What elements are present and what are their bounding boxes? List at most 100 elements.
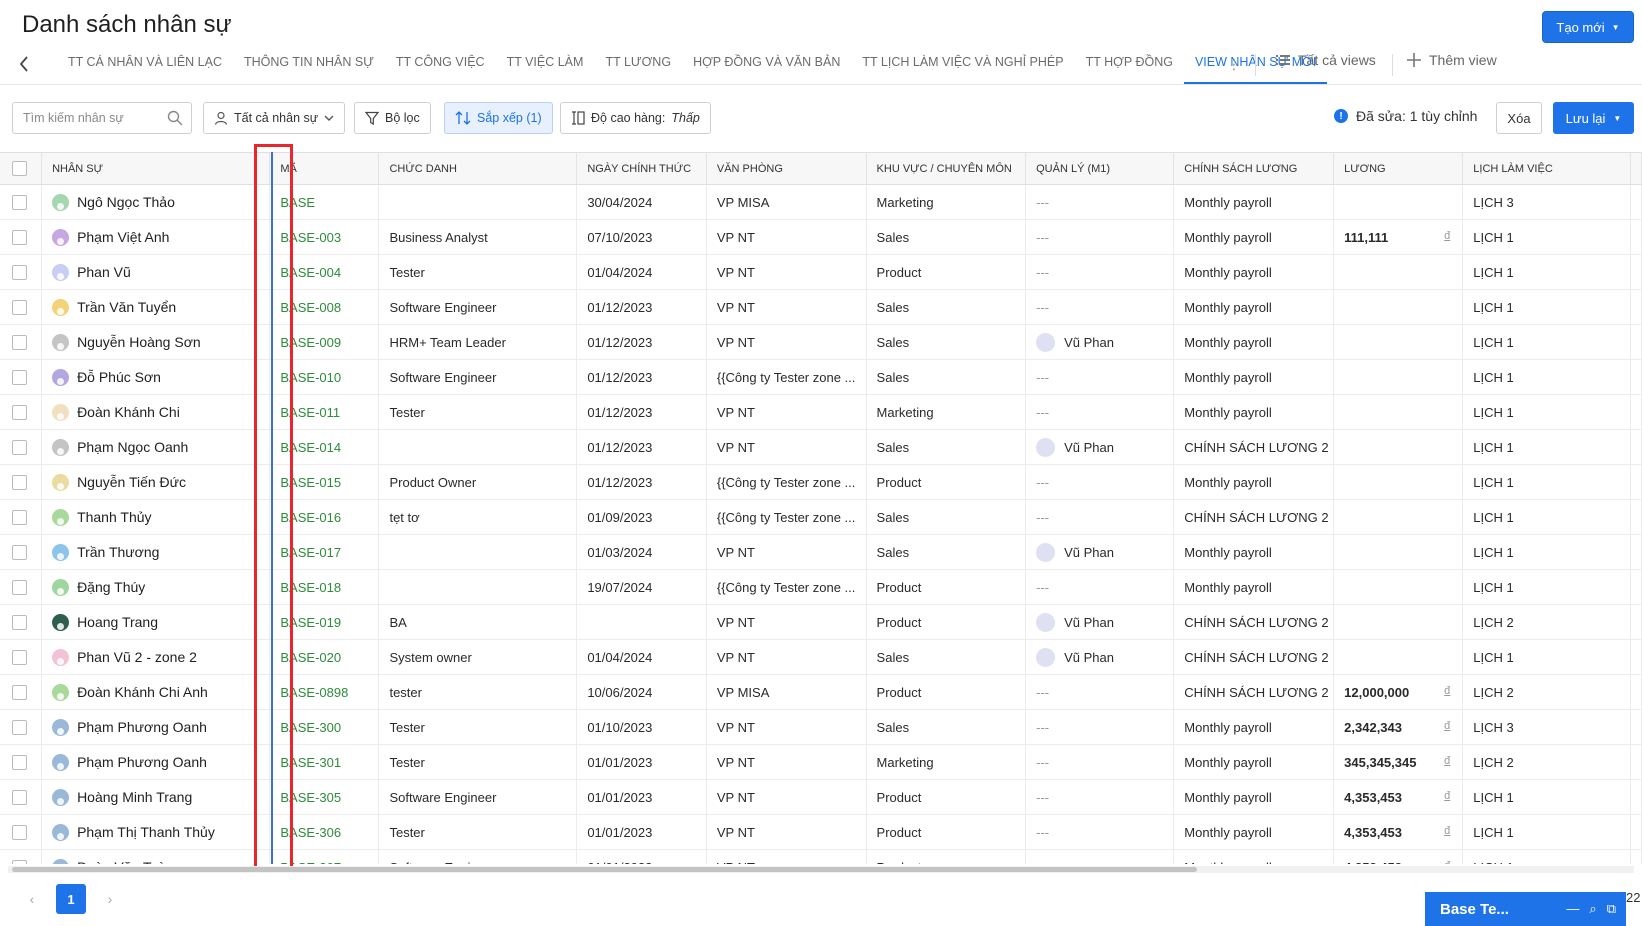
- row-checkbox-cell[interactable]: [0, 674, 43, 710]
- checkbox[interactable]: [12, 229, 27, 245]
- minimize-icon[interactable]: —: [1566, 901, 1579, 917]
- table-row[interactable]: Đoàn Khánh Chi BASE-011 Tester 01/12/202…: [0, 394, 1642, 430]
- tab-4[interactable]: TT VIỆC LÀM: [496, 48, 595, 84]
- row-checkbox-cell[interactable]: [0, 849, 43, 864]
- table-row[interactable]: Phan Vũ BASE-004 Tester 01/04/2024 VP NT…: [0, 254, 1642, 290]
- column-header[interactable]: VĂN PHÒNG: [706, 152, 867, 185]
- checkbox[interactable]: [12, 754, 27, 770]
- table-row[interactable]: Đặng Thúy BASE-018 19/07/2024 {{Công ty …: [0, 569, 1642, 605]
- name-cell[interactable]: Phạm Thị Thanh Thủy: [41, 814, 271, 850]
- name-cell[interactable]: Trần Văn Tuyển: [41, 289, 271, 325]
- row-checkbox-cell[interactable]: [0, 709, 43, 745]
- table-row[interactable]: Đỗ Phúc Sơn BASE-010 Software Engineer 0…: [0, 359, 1642, 395]
- column-header[interactable]: KHU VỰC / CHUYÊN MÔN: [866, 152, 1027, 185]
- add-view-button[interactable]: Thêm view: [1407, 52, 1497, 68]
- employee-name[interactable]: Phan Vũ 2 - zone 2: [77, 649, 197, 665]
- tab-5[interactable]: TT LƯƠNG: [594, 48, 682, 84]
- checkbox[interactable]: [12, 544, 27, 560]
- row-checkbox-cell[interactable]: [0, 429, 43, 465]
- checkbox[interactable]: [12, 194, 27, 210]
- employee-name[interactable]: Phạm Thị Thanh Thủy: [77, 824, 215, 840]
- chevron-left-icon[interactable]: [14, 54, 34, 74]
- employee-name[interactable]: Hoang Trang: [77, 614, 158, 630]
- row-checkbox-cell[interactable]: [0, 499, 43, 535]
- column-header[interactable]: NHÂN SỰ: [41, 152, 271, 185]
- create-button[interactable]: Tạo mới ▼: [1542, 11, 1634, 43]
- name-cell[interactable]: Nguyễn Hoàng Sơn: [41, 324, 271, 360]
- table-row[interactable]: Trần Thương BASE-017 01/03/2024 VP NT Sa…: [0, 534, 1642, 570]
- checkbox[interactable]: [12, 439, 27, 455]
- name-cell[interactable]: Đặng Thúy: [41, 569, 271, 605]
- employee-name[interactable]: Nguyễn Tiến Đức: [77, 474, 186, 490]
- employee-name[interactable]: Phạm Việt Anh: [77, 229, 169, 245]
- tab-7[interactable]: TT LỊCH LÀM VIỆC VÀ NGHỈ PHÉP: [851, 48, 1074, 84]
- checkbox[interactable]: [12, 614, 27, 630]
- checkbox[interactable]: [12, 474, 27, 490]
- scope-dropdown[interactable]: Tất cả nhân sự: [203, 102, 346, 134]
- row-checkbox-cell[interactable]: [0, 779, 43, 815]
- checkbox[interactable]: [12, 579, 27, 595]
- chevron-left-icon[interactable]: ‹: [24, 891, 40, 907]
- column-header[interactable]: LƯƠNG: [1333, 152, 1464, 185]
- row-checkbox-cell[interactable]: [0, 359, 43, 395]
- employee-name[interactable]: Đoàn Văn Toàn: [77, 859, 173, 864]
- search-icon[interactable]: ⌕: [1589, 901, 1596, 917]
- table-row[interactable]: Thanh Thủy BASE-016 tẹt tơ 01/09/2023 {{…: [0, 499, 1642, 535]
- tab-1[interactable]: TT CÁ NHÂN VÀ LIÊN LẠC: [57, 48, 233, 84]
- employee-name[interactable]: Đỗ Phúc Sơn: [77, 369, 161, 385]
- name-cell[interactable]: Hoang Trang: [41, 604, 271, 640]
- table-row[interactable]: Trần Văn Tuyển BASE-008 Software Enginee…: [0, 289, 1642, 325]
- table-row[interactable]: Đoàn Văn Toàn BASE-307 Software Engineer…: [0, 849, 1642, 864]
- employee-name[interactable]: Đoàn Khánh Chi Anh: [77, 684, 208, 700]
- more-vertical-icon[interactable]: ⋮: [1227, 56, 1241, 73]
- employee-name[interactable]: Trần Văn Tuyển: [77, 299, 176, 315]
- row-checkbox-cell[interactable]: [0, 324, 43, 360]
- tab-6[interactable]: HỢP ĐỒNG VÀ VĂN BẢN: [682, 48, 851, 84]
- external-link-icon[interactable]: ⧉: [1607, 901, 1616, 917]
- tab-2[interactable]: THÔNG TIN NHÂN SỰ: [233, 48, 385, 84]
- employee-name[interactable]: Phạm Phương Oanh: [77, 754, 207, 770]
- table-row[interactable]: Phạm Phương Oanh BASE-300 Tester 01/10/2…: [0, 709, 1642, 745]
- manager-name[interactable]: Vũ Phan: [1064, 650, 1114, 665]
- table-row[interactable]: Nguyễn Hoàng Sơn BASE-009 HRM+ Team Lead…: [0, 324, 1642, 360]
- chat-widget[interactable]: Base Te... — ⌕ ⧉: [1425, 892, 1626, 926]
- name-cell[interactable]: Phan Vũ: [41, 254, 271, 290]
- employee-name[interactable]: Đặng Thúy: [77, 579, 145, 595]
- employee-name[interactable]: Phan Vũ: [77, 264, 131, 280]
- scrollbar-thumb[interactable]: [12, 867, 1197, 872]
- employee-name[interactable]: Nguyễn Hoàng Sơn: [77, 334, 201, 350]
- checkbox[interactable]: [12, 859, 27, 864]
- checkbox[interactable]: [12, 684, 27, 700]
- name-cell[interactable]: Phạm Phương Oanh: [41, 709, 271, 745]
- manager-name[interactable]: Vũ Phan: [1064, 545, 1114, 560]
- row-checkbox-cell[interactable]: [0, 394, 43, 430]
- checkbox[interactable]: [12, 649, 27, 665]
- name-cell[interactable]: Đoàn Khánh Chi: [41, 394, 271, 430]
- name-cell[interactable]: Phạm Phương Oanh: [41, 744, 271, 780]
- checkbox[interactable]: [12, 509, 27, 525]
- employee-name[interactable]: Trần Thương: [77, 544, 159, 560]
- search-icon[interactable]: [167, 110, 183, 126]
- row-checkbox-cell[interactable]: [0, 639, 43, 675]
- checkbox[interactable]: [12, 299, 27, 315]
- sort-button[interactable]: Sắp xếp (1): [444, 102, 553, 134]
- row-checkbox-cell[interactable]: [0, 534, 43, 570]
- table-row[interactable]: Hoang Trang BASE-019 BA VP NT Product Vũ…: [0, 604, 1642, 640]
- table-row[interactable]: Nguyễn Tiến Đức BASE-015 Product Owner 0…: [0, 464, 1642, 500]
- column-header[interactable]: QUẢN LÝ (M1): [1025, 152, 1175, 185]
- employee-name[interactable]: Thanh Thủy: [77, 509, 151, 525]
- row-checkbox-cell[interactable]: [0, 219, 43, 255]
- employee-name[interactable]: Phạm Phương Oanh: [77, 719, 207, 735]
- checkbox[interactable]: [12, 161, 27, 176]
- table-row[interactable]: Phan Vũ 2 - zone 2 BASE-020 System owner…: [0, 639, 1642, 675]
- name-cell[interactable]: Đoàn Văn Toàn: [41, 849, 271, 864]
- name-cell[interactable]: Đoàn Khánh Chi Anh: [41, 674, 271, 710]
- column-header[interactable]: LỊCH LÀM VIỆC: [1462, 152, 1631, 185]
- checkbox[interactable]: [12, 789, 27, 805]
- table-row[interactable]: Đoàn Khánh Chi Anh BASE-0898 tester 10/0…: [0, 674, 1642, 710]
- page-number-current[interactable]: 1: [56, 884, 86, 914]
- table-row[interactable]: Phạm Ngọc Oanh BASE-014 01/12/2023 VP NT…: [0, 429, 1642, 465]
- name-cell[interactable]: Đỗ Phúc Sơn: [41, 359, 271, 395]
- manager-name[interactable]: Vũ Phan: [1064, 615, 1114, 630]
- manager-name[interactable]: Vũ Phan: [1064, 440, 1114, 455]
